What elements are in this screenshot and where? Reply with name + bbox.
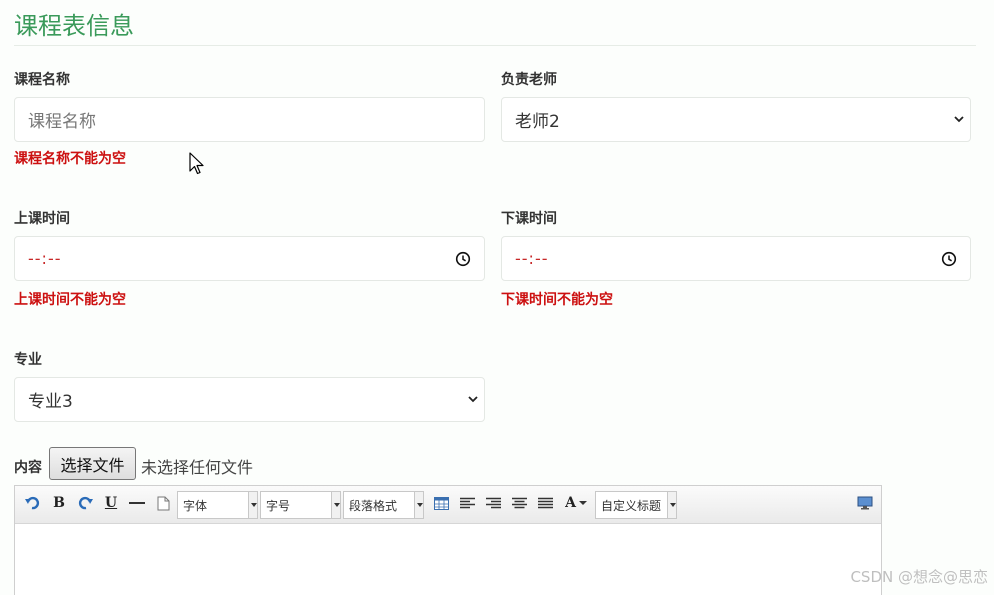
mouse-cursor-icon bbox=[189, 152, 204, 175]
custom-title-label: 自定义标题 bbox=[601, 498, 662, 513]
major-select[interactable]: 专业3 bbox=[14, 377, 485, 422]
font-color-button[interactable]: A bbox=[561, 492, 591, 514]
undo-icon[interactable] bbox=[23, 492, 43, 514]
paragraph-format-label: 段落格式 bbox=[349, 498, 398, 513]
title-divider bbox=[14, 45, 976, 46]
chevron-down-icon bbox=[414, 492, 423, 518]
clock-icon[interactable] bbox=[455, 251, 471, 267]
font-size-select[interactable]: 字号 bbox=[260, 491, 341, 519]
course-name-label: 课程名称 bbox=[14, 72, 70, 88]
new-document-icon[interactable] bbox=[153, 492, 173, 514]
course-name-placeholder: 课程名称 bbox=[28, 112, 96, 132]
chevron-down-icon bbox=[954, 115, 964, 122]
align-justify-icon[interactable] bbox=[535, 492, 555, 514]
end-time-label: 下课时间 bbox=[501, 211, 557, 227]
paragraph-format-select[interactable]: 段落格式 bbox=[343, 491, 424, 519]
font-family-select[interactable]: 字体 bbox=[177, 491, 258, 519]
horizontal-rule-icon[interactable] bbox=[127, 492, 147, 514]
font-size-label: 字号 bbox=[266, 498, 291, 513]
start-time-value: --:-- bbox=[28, 249, 62, 268]
page-title: 课程表信息 bbox=[14, 12, 134, 40]
start-time-input[interactable]: --:-- bbox=[14, 236, 485, 281]
align-center-icon[interactable] bbox=[509, 492, 529, 514]
chevron-down-icon bbox=[468, 395, 478, 402]
chevron-down-icon bbox=[578, 501, 587, 505]
rich-text-editor[interactable]: B U 字体 字号 段落格式 A 自定义标题 bbox=[14, 485, 882, 595]
editor-toolbar: B U 字体 字号 段落格式 A 自定义标题 bbox=[15, 486, 881, 524]
bold-button[interactable]: B bbox=[49, 492, 69, 514]
font-color-label: A bbox=[565, 495, 576, 511]
start-time-error: 上课时间不能为空 bbox=[14, 292, 126, 308]
content-label: 内容 bbox=[14, 460, 42, 476]
custom-title-select[interactable]: 自定义标题 bbox=[595, 491, 677, 519]
font-family-label: 字体 bbox=[183, 498, 208, 513]
redo-icon[interactable] bbox=[75, 492, 95, 514]
course-name-error: 课程名称不能为空 bbox=[14, 151, 126, 167]
table-icon[interactable] bbox=[431, 492, 451, 514]
major-label: 专业 bbox=[14, 352, 42, 368]
choose-file-button[interactable]: 选择文件 bbox=[49, 447, 136, 480]
chevron-down-icon bbox=[667, 492, 676, 518]
end-time-error: 下课时间不能为空 bbox=[501, 292, 613, 308]
teacher-selected-value: 老师2 bbox=[515, 112, 560, 132]
start-time-label: 上课时间 bbox=[14, 211, 70, 227]
end-time-value: --:-- bbox=[515, 249, 549, 268]
align-right-icon[interactable] bbox=[483, 492, 503, 514]
major-selected-value: 专业3 bbox=[28, 392, 73, 412]
teacher-select[interactable]: 老师2 bbox=[501, 97, 971, 142]
teacher-label: 负责老师 bbox=[501, 72, 557, 88]
clock-icon[interactable] bbox=[941, 251, 957, 267]
preview-monitor-icon[interactable] bbox=[855, 492, 875, 514]
align-left-icon[interactable] bbox=[457, 492, 477, 514]
end-time-input[interactable]: --:-- bbox=[501, 236, 971, 281]
chevron-down-icon bbox=[331, 492, 340, 518]
course-name-input[interactable]: 课程名称 bbox=[14, 97, 485, 142]
file-status: 未选择任何文件 bbox=[141, 458, 254, 477]
chevron-down-icon bbox=[248, 492, 257, 518]
underline-button[interactable]: U bbox=[101, 492, 121, 514]
watermark: CSDN @想念@思恋 bbox=[850, 568, 988, 586]
